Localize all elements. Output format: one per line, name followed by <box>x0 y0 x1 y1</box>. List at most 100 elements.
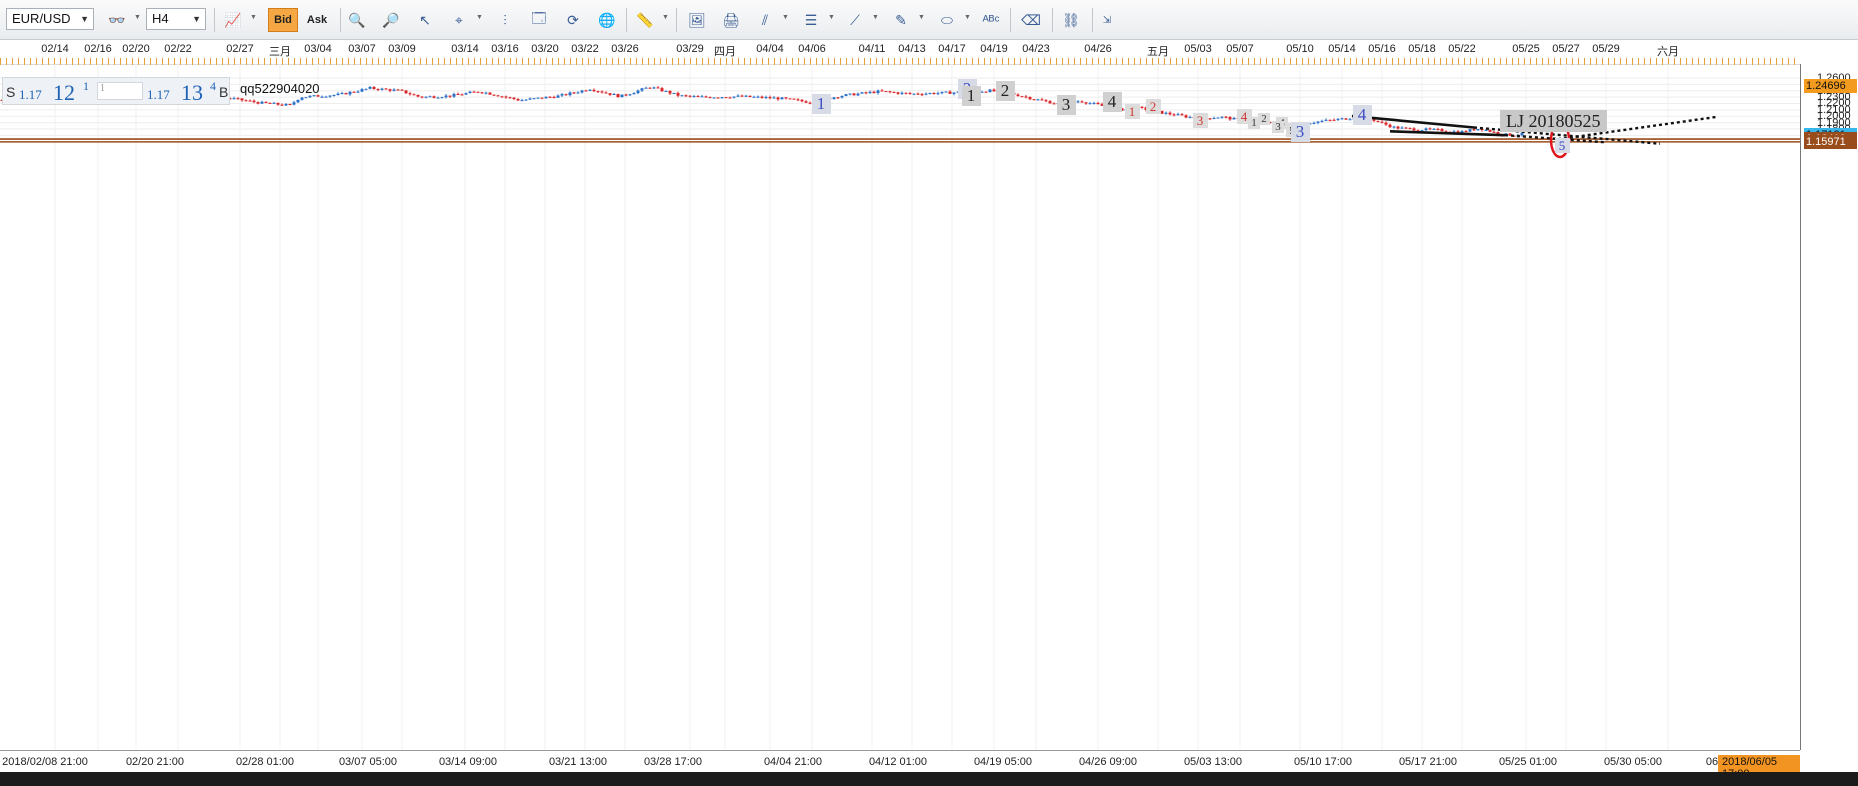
candle-body <box>304 97 308 99</box>
candle-body <box>296 99 300 103</box>
wave-label: 1 <box>1248 116 1260 129</box>
candle-body <box>1140 106 1144 108</box>
candle-body <box>348 91 352 95</box>
candle-body <box>440 97 444 99</box>
candle-body <box>672 92 676 94</box>
candle-body <box>1208 118 1212 120</box>
candle-body <box>252 100 256 103</box>
candle-body <box>748 95 752 97</box>
candle-body <box>684 95 688 97</box>
candle-body <box>256 102 260 104</box>
candle-body <box>336 93 340 95</box>
bottom-date-label: 04/26 09:00 <box>1078 756 1138 768</box>
horizontal-levels <box>0 138 1800 143</box>
candle-body <box>616 94 620 98</box>
sell-price-prefix[interactable]: 1.17 <box>19 87 42 103</box>
candle-body <box>360 89 364 92</box>
bottom-date-label: 04/04 21:00 <box>763 756 823 768</box>
buy-price-pips[interactable]: 13 <box>181 80 203 106</box>
quantity-input[interactable]: 1 <box>97 82 143 100</box>
bottom-date-label: 05/10 17:00 <box>1293 756 1353 768</box>
candle-body <box>984 91 988 93</box>
candle-body <box>1440 129 1444 132</box>
candle-body <box>1048 101 1052 104</box>
bottom-date-label: 2018/02/08 21:00 <box>2 756 88 768</box>
candle-body <box>464 93 468 95</box>
wave-label: 2 <box>995 80 1015 101</box>
candle-body <box>732 96 736 98</box>
candle-body <box>700 96 704 98</box>
candle-body <box>408 93 412 95</box>
candle-body <box>612 94 616 96</box>
candle-body <box>1032 99 1036 101</box>
candle-body <box>396 89 400 91</box>
candle-body <box>896 92 900 94</box>
candle-body <box>236 98 240 100</box>
sell-price-pips[interactable]: 12 <box>53 80 75 106</box>
candle-body <box>244 100 248 102</box>
wave-label: 1 <box>961 85 981 106</box>
candle-body <box>504 96 508 98</box>
candle-body <box>1400 127 1404 129</box>
candle-body <box>760 96 764 98</box>
candle-body <box>1344 118 1348 120</box>
candle-body <box>1408 127 1412 129</box>
candle-body <box>660 88 664 92</box>
candle-body <box>836 97 840 99</box>
buy-price-fraction[interactable]: 4 <box>210 79 216 94</box>
candle-body <box>704 96 708 98</box>
candle-body <box>368 87 372 89</box>
candle-body <box>380 88 384 90</box>
candle-body <box>644 87 648 89</box>
price-axis[interactable]: 1.26001.25001.24001.23001.22001.21001.20… <box>1800 64 1858 750</box>
candle-body <box>1428 128 1432 130</box>
candle-body <box>364 88 368 90</box>
candle-body <box>696 96 700 98</box>
candle-body <box>324 96 328 98</box>
sell-label[interactable]: S <box>6 84 15 100</box>
candle-body <box>912 93 916 95</box>
candle-body <box>540 97 544 99</box>
candle-body <box>276 102 280 105</box>
candle-body <box>916 93 920 95</box>
candle-body <box>1176 114 1180 116</box>
candle-body <box>628 94 632 96</box>
candle-body <box>292 102 296 105</box>
candle-body <box>500 96 504 98</box>
candle-body <box>376 88 380 90</box>
candle-body <box>1464 131 1468 133</box>
candle-body <box>1024 96 1028 98</box>
candle-body <box>1020 96 1024 98</box>
candle-body <box>452 93 456 97</box>
candle-body <box>424 96 428 98</box>
wave-label: 2 <box>1145 99 1161 115</box>
candle-body <box>1336 118 1340 120</box>
candle-body <box>544 96 548 99</box>
candle-body <box>268 102 272 104</box>
bottom-date-label: 03/07 05:00 <box>338 756 398 768</box>
candle-body <box>708 97 712 99</box>
candle-body <box>932 92 936 94</box>
candle-body <box>632 93 636 95</box>
buy-label[interactable]: B <box>219 84 228 100</box>
candle-body <box>988 89 992 93</box>
candle-body <box>568 92 572 96</box>
candle-body <box>1312 122 1316 124</box>
candle-body <box>476 91 480 93</box>
candle-body <box>796 99 800 101</box>
candle-body <box>848 93 852 95</box>
candle-body <box>280 104 284 106</box>
candle-body <box>876 90 880 94</box>
candle-body <box>804 101 808 103</box>
buy-price-prefix[interactable]: 1.17 <box>147 87 170 103</box>
candle-body <box>1324 119 1328 121</box>
candle-body <box>388 89 392 91</box>
candle-body <box>1224 116 1228 118</box>
sell-price-fraction[interactable]: 1 <box>83 79 89 94</box>
candle-body <box>1164 112 1168 114</box>
candle-body <box>488 92 492 95</box>
candle-body <box>716 97 720 99</box>
wave-label: 4 <box>1102 91 1122 112</box>
candle-body <box>724 97 728 99</box>
candle-body <box>1520 132 1524 136</box>
